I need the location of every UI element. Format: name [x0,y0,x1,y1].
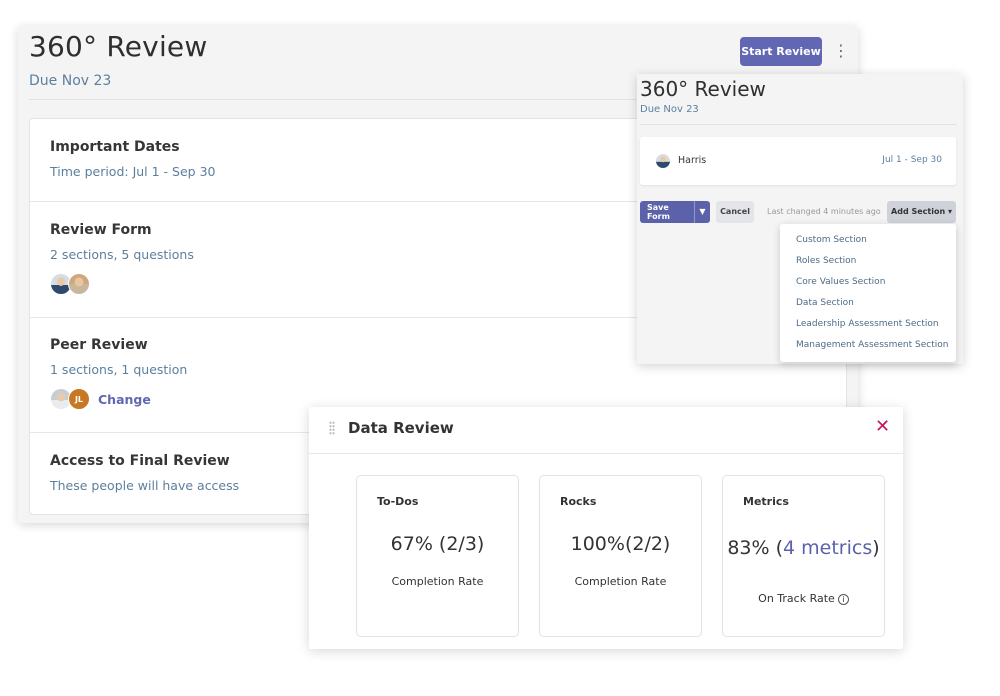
close-icon[interactable]: ✕ [875,417,890,437]
drag-handle-icon[interactable] [329,421,335,435]
final-review-access-text: These people will have access [50,478,240,493]
peer-review-summary: 1 sections, 1 question [50,362,188,377]
review-form-title[interactable]: Review Form [50,222,152,238]
card-caption: Completion Rate [391,575,484,588]
card-title: Rocks [560,495,597,508]
cancel-button[interactable]: Cancel [716,201,754,223]
peer-review-avatars: JL Change [50,387,151,411]
page-title: 360° Review [29,30,208,63]
save-form-button[interactable]: Save Form ▼ [640,201,710,223]
todos-card: To-Dos 67% (2/3) Completion Rate [356,475,519,637]
caret-down-icon: ▾ [947,207,952,216]
avatar [655,153,671,169]
card-title: To-Dos [377,495,419,508]
avatar-initials: JL [68,388,90,410]
review-form-summary: 2 sections, 5 questions [50,247,194,262]
member-period: Jul 1 - Sep 30 [882,155,942,165]
metrics-value-prefix: 83% ( [727,537,784,559]
save-form-label: Save Form [647,203,670,221]
on-track-rate-label: On Track Rate [758,592,835,605]
card-title: Metrics [743,495,789,508]
change-link[interactable]: Change [98,392,151,407]
caret-down-icon[interactable]: ▼ [694,201,710,223]
card-caption: On Track Rate i [723,592,884,605]
form-editor-panel: 360° Review Due Nov 23 Harris Jul 1 - Se… [637,74,963,364]
avatar [68,273,90,295]
panel-due-date: Due Nov 23 [640,104,699,115]
menu-item-core-values-section[interactable]: Core Values Section [796,277,885,287]
important-dates-title: Important Dates [50,139,180,155]
menu-item-data-section[interactable]: Data Section [796,298,854,308]
panel-title: 360° Review [640,77,766,101]
card-value: 100%(2/2) [570,533,671,555]
menu-item-leadership-assessment-section[interactable]: Leadership Assessment Section [796,319,939,329]
member-name: Harris [678,155,707,166]
last-changed-text: Last changed 4 minutes ago [767,207,881,216]
add-section-label: Add Section [891,207,946,216]
review-form-avatars [50,272,90,296]
menu-item-custom-section[interactable]: Custom Section [796,235,867,245]
card-value: 67% (2/3) [390,533,485,555]
final-review-access-title[interactable]: Access to Final Review [50,453,230,469]
metrics-link[interactable]: 4 metrics [783,537,872,559]
metrics-card: Metrics 83% (4 metrics) On Track Rate i [722,475,885,637]
modal-title: Data Review [348,419,454,437]
menu-item-management-assessment-section[interactable]: Management Assessment Section [796,340,948,350]
more-vertical-icon[interactable]: ⋮ [833,38,849,64]
add-section-menu: Custom Section Roles Section Core Values… [780,224,956,362]
peer-review-title[interactable]: Peer Review [50,337,148,353]
panel-divider [640,124,957,125]
member-row[interactable]: Harris Jul 1 - Sep 30 [640,137,956,185]
modal-divider [309,453,903,454]
data-review-modal: Data Review ✕ To-Dos 67% (2/3) Completio… [309,407,903,649]
card-value: 83% (4 metrics) [723,533,884,563]
add-section-button[interactable]: Add Section ▾ [887,201,956,223]
start-review-button[interactable]: Start Review [740,37,822,66]
menu-item-roles-section[interactable]: Roles Section [796,256,856,266]
time-period-text: Time period: Jul 1 - Sep 30 [50,164,216,179]
due-date: Due Nov 23 [29,73,112,89]
card-caption: Completion Rate [574,575,667,588]
info-icon[interactable]: i [837,594,849,605]
rocks-card: Rocks 100%(2/2) Completion Rate [539,475,702,637]
metrics-value-suffix: ) [872,537,880,559]
